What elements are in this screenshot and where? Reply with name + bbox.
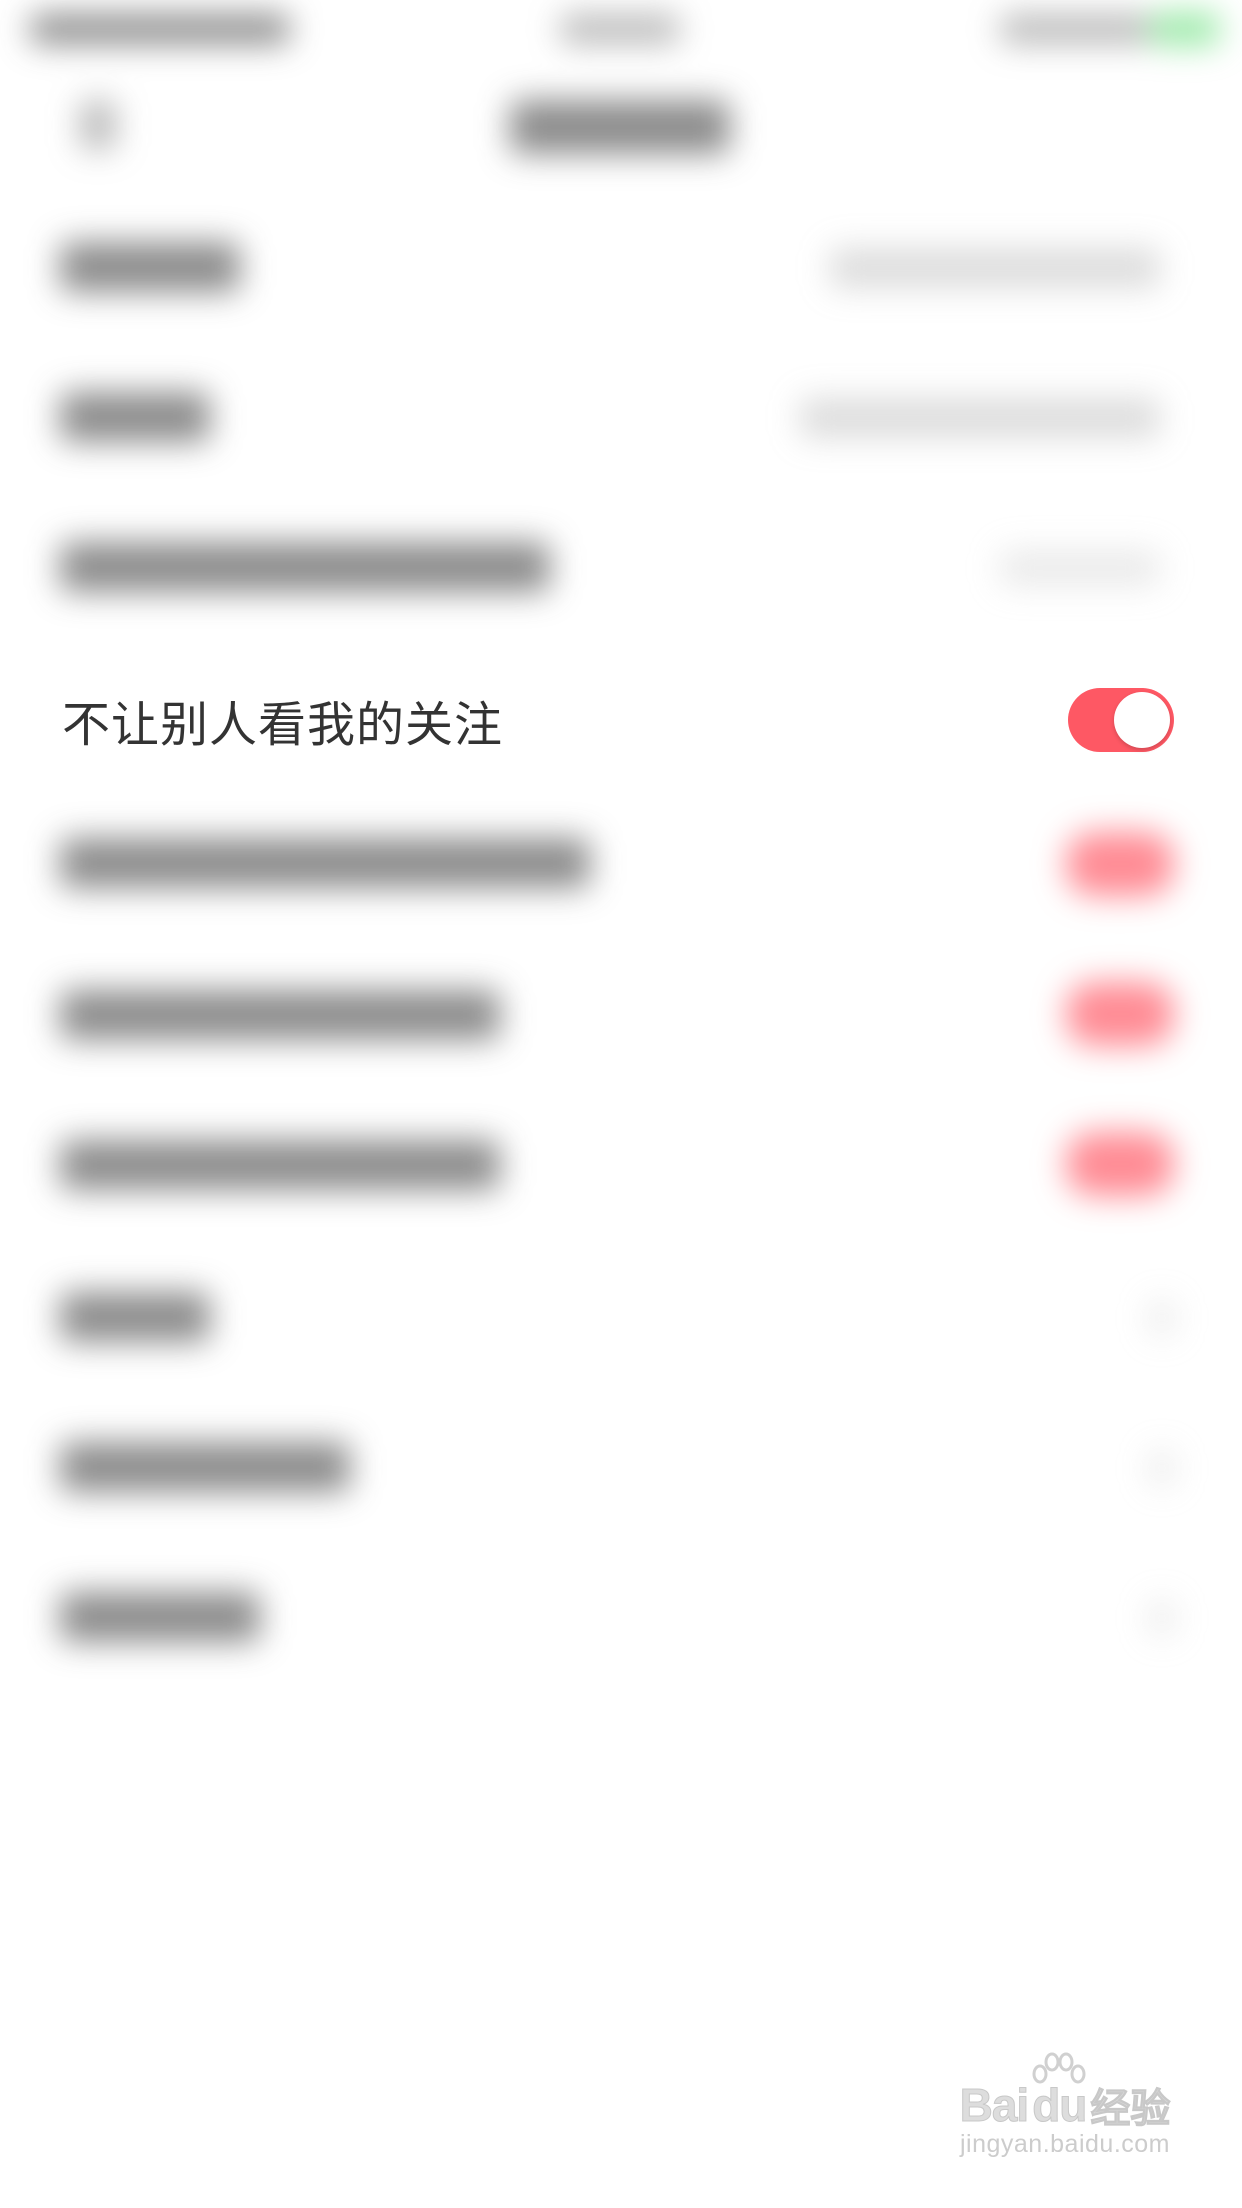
setting-row-7-label	[60, 1140, 500, 1190]
setting-row-6-toggle[interactable]	[1066, 982, 1174, 1046]
setting-row-3-value	[1000, 550, 1160, 586]
setting-row-hide-following: 不让别人看我的关注	[0, 652, 1242, 788]
watermark-url: jingyan.baidu.com	[959, 2130, 1170, 2158]
baidu-jingyan-watermark: Bai du 经验 jingyan.baidu.com	[950, 2052, 1180, 2186]
paw-icon	[1032, 2052, 1086, 2084]
status-bar-carrier	[30, 14, 290, 44]
page-title	[510, 100, 730, 154]
setting-row-8-chevron	[1150, 1300, 1174, 1336]
status-bar-battery-text	[1000, 14, 1150, 44]
setting-row-10-chevron	[1150, 1600, 1174, 1636]
watermark-logo-suffix: du	[1032, 2079, 1088, 2132]
setting-row-6-label	[60, 990, 500, 1040]
setting-row-9-label	[60, 1442, 350, 1492]
setting-row-5-label	[60, 838, 590, 888]
setting-row-5-toggle[interactable]	[1066, 832, 1174, 896]
setting-row-8-label	[60, 1292, 210, 1342]
setting-row-9-chevron	[1150, 1450, 1174, 1486]
back-icon[interactable]	[80, 100, 116, 150]
setting-label-hide-following: 不让别人看我的关注	[62, 697, 504, 753]
status-bar-time	[560, 14, 680, 44]
setting-row-1-value	[830, 248, 1160, 288]
status-bar-battery-icon	[1150, 12, 1220, 46]
setting-row-1-label	[60, 242, 240, 292]
hide-following-toggle[interactable]	[1068, 688, 1174, 752]
blurred-background	[0, 0, 1242, 2208]
watermark-logo-row: Bai du 经验	[950, 2076, 1180, 2134]
watermark-logo: Bai	[959, 2079, 1030, 2132]
toggle-knob	[1114, 692, 1170, 748]
setting-row-2-label	[60, 392, 210, 442]
setting-row-3-label	[60, 542, 550, 592]
setting-row-10-label	[60, 1592, 260, 1642]
watermark-product: 经验	[1090, 2086, 1171, 2133]
setting-row-7-toggle[interactable]	[1066, 1132, 1174, 1196]
setting-row-2-value	[800, 398, 1160, 438]
